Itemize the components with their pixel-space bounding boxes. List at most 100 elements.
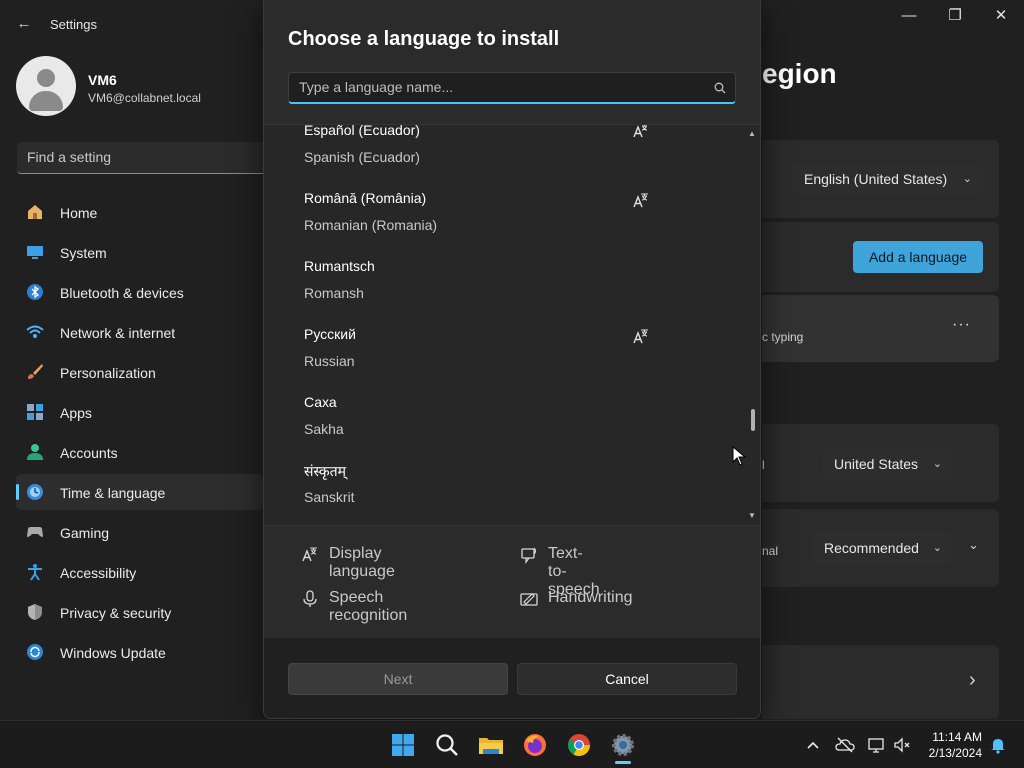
file-explorer-icon[interactable]: [477, 731, 505, 759]
language-native-name: Саха: [304, 394, 337, 410]
region-dropdown[interactable]: United States ⌄: [822, 448, 952, 480]
sidebar-item-label: Time & language: [60, 485, 166, 501]
region-fragment: l: [762, 458, 765, 472]
close-button[interactable]: ✕: [978, 0, 1024, 32]
bluetooth-icon: [27, 284, 43, 300]
sidebar-item-accounts[interactable]: Accounts: [16, 434, 264, 470]
regional-format-dropdown[interactable]: Recommended ⌄: [812, 532, 952, 564]
shield-icon: [28, 604, 42, 620]
add-language-button[interactable]: Add a language: [853, 241, 983, 273]
choose-language-dialog: Choose a language to install Español (Ec…: [263, 0, 761, 719]
sidebar-item-apps[interactable]: Apps: [16, 394, 264, 430]
dialog-footer: Next Cancel: [264, 638, 760, 718]
display-language-dropdown[interactable]: English (United States) ⌄: [792, 163, 982, 195]
next-button[interactable]: Next: [288, 663, 508, 695]
active-app-indicator: [615, 761, 631, 764]
find-setting-box: [17, 142, 267, 174]
wifi-icon: [26, 325, 44, 338]
volume-muted-icon[interactable]: [892, 735, 912, 755]
find-setting-input[interactable]: [27, 149, 257, 165]
legend-label: Speech recognition: [329, 589, 408, 624]
sidebar-item-label: Gaming: [60, 525, 110, 541]
language-english-name: Spanish (Ecuador): [304, 149, 420, 165]
sidebar-item-accessibility[interactable]: Accessibility: [16, 554, 264, 590]
display-language-icon: [633, 125, 648, 138]
display-language-icon: [633, 329, 648, 344]
sidebar-item-label: Bluetooth & devices: [60, 285, 184, 301]
chevron-down-icon: ⌄: [962, 173, 972, 185]
sidebar-item-label: Apps: [60, 405, 92, 421]
accounts-icon: [27, 444, 43, 460]
minimize-button[interactable]: —: [886, 0, 932, 32]
language-english-name: Russian: [304, 353, 355, 369]
list-item[interactable]: संस्कृतम् Sanskrit: [264, 462, 744, 525]
list-item[interactable]: Rumantsch Romansh: [264, 258, 744, 326]
scroll-down-button[interactable]: ▼: [748, 511, 756, 520]
list-item[interactable]: Română (România) Romanian (Romania): [264, 190, 744, 258]
chevron-up-icon[interactable]: [803, 735, 823, 755]
sidebar-item-bluetooth[interactable]: Bluetooth & devices: [16, 274, 264, 310]
start-icon[interactable]: [389, 731, 417, 759]
language-english-name: Romanian (Romania): [304, 217, 438, 233]
scroll-up-button[interactable]: ▲: [748, 129, 756, 138]
display-language-icon: [633, 193, 648, 208]
clock-date[interactable]: 2/13/2024: [922, 746, 982, 760]
app-title: Settings: [50, 17, 97, 32]
sidebar-item-label: Privacy & security: [60, 605, 172, 621]
chevron-down-icon: ⌄: [932, 542, 942, 554]
firefox-icon[interactable]: [521, 731, 549, 759]
language-list[interactable]: Español (Ecuador) Spanish (Ecuador) Româ…: [264, 124, 760, 526]
sidebar-item-home[interactable]: Home: [16, 194, 264, 230]
home-icon: [28, 205, 42, 219]
clock-time[interactable]: 11:14 AM: [928, 730, 982, 744]
selection-indicator: [16, 484, 19, 500]
sidebar-item-windows-update[interactable]: Windows Update: [16, 634, 264, 670]
back-button[interactable]: ←: [10, 12, 38, 36]
notification-bell-icon[interactable]: [988, 735, 1008, 755]
chevron-right-icon: ›: [969, 669, 976, 691]
onedrive-icon[interactable]: [835, 735, 855, 755]
language-english-name: Sanskrit: [304, 489, 355, 505]
related-settings-card[interactable]: ›: [762, 645, 999, 719]
list-item[interactable]: Саха Sakha: [264, 394, 744, 462]
typing-fragment: c typing: [762, 330, 804, 344]
legend-label: Display language: [329, 545, 395, 580]
language-search-input[interactable]: [299, 79, 699, 95]
sidebar-item-system[interactable]: System: [16, 234, 264, 270]
sidebar-item-time-language[interactable]: Time & language: [16, 474, 264, 510]
dropdown-value: Recommended: [824, 540, 919, 556]
user-email: VM6@collabnet.local: [88, 91, 201, 105]
more-options-button[interactable]: ···: [952, 316, 971, 334]
regional-format-card: nal Recommended ⌄ ⌄: [762, 509, 999, 587]
sidebar-nav: Home System Bluetooth & devices Network …: [16, 194, 264, 674]
handwriting-icon: [520, 593, 538, 606]
taskbar: 11:14 AM 2/13/2024: [0, 720, 1024, 768]
language-native-name: Español (Ecuador): [304, 124, 420, 138]
apps-icon: [27, 404, 43, 420]
language-english-name: Sakha: [304, 421, 344, 437]
expand-chevron-icon[interactable]: ⌄: [968, 537, 979, 553]
sidebar-item-personalization[interactable]: Personalization: [16, 354, 264, 390]
format-fragment: nal: [762, 544, 779, 558]
sidebar-item-label: Windows Update: [60, 645, 166, 661]
sidebar-item-gaming[interactable]: Gaming: [16, 514, 264, 550]
network-icon[interactable]: [867, 735, 887, 755]
list-item[interactable]: Русский Russian: [264, 326, 744, 394]
region-card: l United States ⌄: [762, 424, 999, 502]
chrome-icon[interactable]: [565, 731, 593, 759]
sidebar-item-privacy[interactable]: Privacy & security: [16, 594, 264, 630]
cancel-button[interactable]: Cancel: [517, 663, 737, 695]
sidebar-item-network[interactable]: Network & internet: [16, 314, 264, 350]
user-profile[interactable]: VM6 VM6@collabnet.local: [16, 56, 261, 120]
list-item[interactable]: Español (Ecuador) Spanish (Ecuador): [264, 124, 744, 190]
dropdown-value: English (United States): [804, 171, 948, 187]
language-english-name: Romansh: [304, 285, 364, 301]
windows-update-icon: [27, 644, 43, 660]
time-language-icon: [27, 484, 43, 500]
sidebar-item-label: Accessibility: [60, 565, 137, 581]
settings-icon[interactable]: [609, 731, 637, 759]
search-icon[interactable]: [433, 731, 461, 759]
scrollbar-thumb[interactable]: [751, 408, 755, 431]
gaming-icon: [27, 527, 43, 537]
maximize-button[interactable]: ❐: [932, 0, 978, 32]
